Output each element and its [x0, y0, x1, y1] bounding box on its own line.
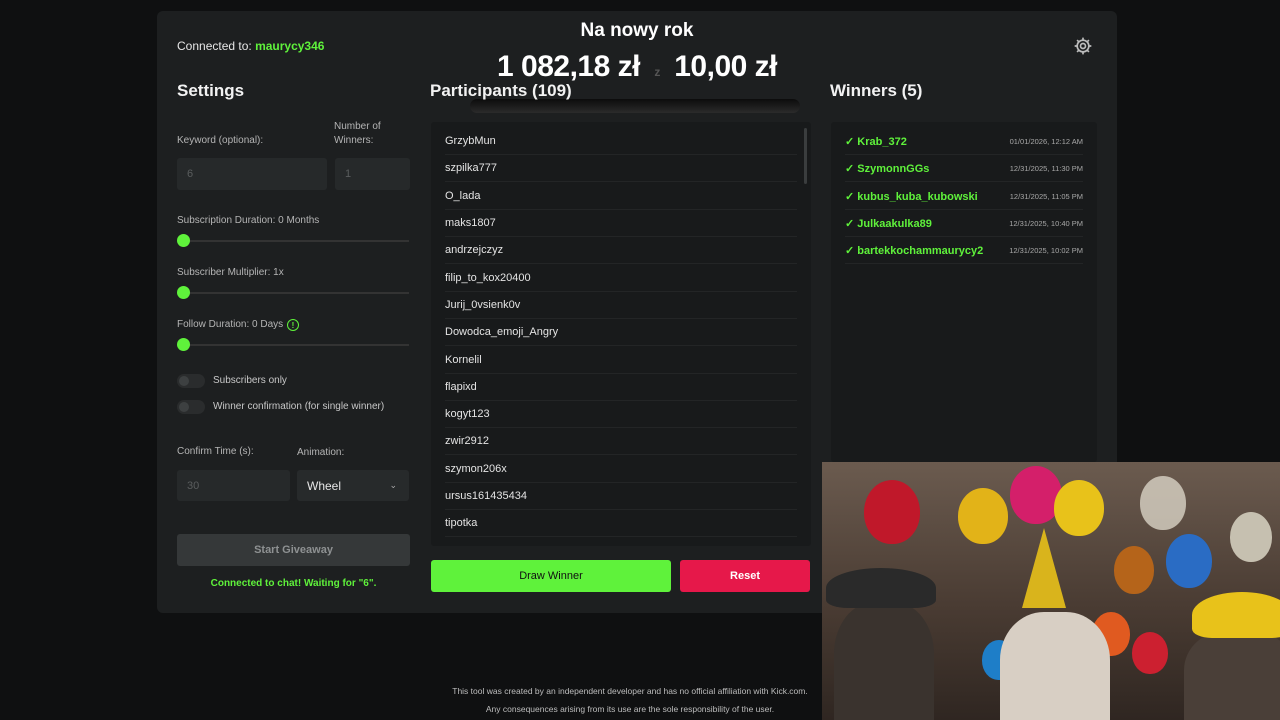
- winner-date: 12/31/2025, 11:30 PM: [1009, 163, 1083, 173]
- winner-date: 12/31/2025, 10:02 PM: [1009, 245, 1083, 255]
- sub-duration-slider[interactable]: [177, 234, 409, 247]
- overlay-progress-bar: [470, 99, 800, 113]
- overlay-amount-current: 1 082,18 zł: [497, 50, 640, 83]
- disclaimer-footer: This tool was created by an independent …: [420, 682, 840, 718]
- confirm-time-input[interactable]: 30: [177, 470, 290, 501]
- balloon-image: [1114, 546, 1154, 594]
- fedora-hat-image: [826, 568, 936, 608]
- subscribers-only-label: Subscribers only: [213, 375, 287, 386]
- follow-duration-label: Follow Duration: 0 Days: [177, 319, 284, 330]
- keyword-input[interactable]: 6: [177, 158, 327, 190]
- winner-row: ✓ bartekkochammaurycy2 12/31/2025, 10:02…: [845, 237, 1083, 264]
- list-item[interactable]: flapixd: [445, 374, 797, 401]
- overlay-goal-title: Na nowy rok: [580, 20, 694, 41]
- person-center: [1000, 612, 1110, 720]
- balloon-image: [1132, 632, 1168, 674]
- connected-username: maurycy346: [255, 39, 325, 53]
- balloon-image: [958, 488, 1008, 544]
- list-item[interactable]: Jurij_0vsienk0v: [445, 292, 797, 319]
- winner-name: ✓ Julkaakulka89: [845, 217, 932, 230]
- chat-status-text: Connected to chat! Waiting for "6".: [210, 578, 377, 589]
- overlay-amount-target: 10,00 zł: [674, 50, 777, 83]
- webcam-feed: [822, 462, 1280, 720]
- list-item[interactable]: ursus161435434: [445, 483, 797, 510]
- winner-date: 01/01/2026, 12:12 AM: [1009, 136, 1083, 146]
- balloon-image: [864, 480, 920, 544]
- list-item[interactable]: andrzejczyz: [445, 237, 797, 264]
- list-item[interactable]: filip_to_kox20400: [445, 265, 797, 292]
- overlay-goal-amounts: 1 082,18 zł z 10,00 zł: [497, 50, 777, 84]
- winner-confirmation-label: Winner confirmation (for single winner): [213, 401, 385, 412]
- list-item[interactable]: GrzybMun: [445, 128, 797, 155]
- winner-confirmation-toggle[interactable]: [177, 400, 205, 414]
- reset-button[interactable]: Reset: [680, 560, 810, 592]
- list-item[interactable]: zwir2912: [445, 428, 797, 455]
- winner-row: ✓ kubus_kuba_kubowski 12/31/2025, 11:05 …: [845, 183, 1083, 210]
- info-icon[interactable]: !: [287, 319, 299, 331]
- balloon-image: [1166, 534, 1212, 588]
- person-left: [834, 602, 934, 720]
- person-right: [1184, 630, 1280, 720]
- sub-multiplier-slider[interactable]: [177, 286, 409, 299]
- follow-duration-slider[interactable]: [177, 338, 409, 351]
- sub-duration-label: Subscription Duration: 0 Months: [177, 215, 320, 226]
- animation-label: Animation:: [297, 447, 345, 458]
- list-item[interactable]: szpilka777: [445, 155, 797, 182]
- disclaimer-line-1: This tool was created by an independent …: [452, 686, 808, 696]
- disclaimer-line-2: Any consequences arising from its use ar…: [485, 704, 775, 714]
- overlay-amount-separator: z: [654, 65, 660, 79]
- confirm-time-label: Confirm Time (s):: [177, 446, 254, 457]
- settings-title: Settings: [177, 81, 245, 100]
- winner-row: ✓ Julkaakulka89 12/31/2025, 10:40 PM: [845, 210, 1083, 237]
- list-item[interactable]: kogyt123: [445, 401, 797, 428]
- list-item[interactable]: maks1807: [445, 210, 797, 237]
- sub-multiplier-label: Subscriber Multiplier: 1x: [177, 267, 284, 278]
- participants-title: Participants (109): [430, 81, 572, 100]
- animation-select[interactable]: Wheel ⌄: [297, 470, 409, 501]
- winners-count-input[interactable]: 1: [335, 158, 410, 190]
- connection-status: Connected to: maurycy346: [177, 39, 324, 53]
- balloon-image: [1140, 476, 1186, 530]
- chevron-down-icon: ⌄: [389, 480, 397, 490]
- winners-list: ✓ Krab_372 01/01/2026, 12:12 AM ✓ Szymon…: [831, 122, 1097, 462]
- participants-scrollbar[interactable]: [804, 128, 807, 184]
- connected-label: Connected to:: [177, 39, 256, 53]
- animation-selected-value: Wheel: [307, 478, 342, 493]
- party-hat-image: [1022, 528, 1066, 608]
- list-item[interactable]: Dowodca_emoji_Angry: [445, 319, 797, 346]
- keyword-label: Keyword (optional):: [177, 135, 264, 146]
- list-item[interactable]: tipotka: [445, 510, 797, 537]
- winner-row: ✓ Krab_372 01/01/2026, 12:12 AM: [845, 128, 1083, 155]
- winner-name: ✓ bartekkochammaurycy2: [845, 244, 984, 257]
- draw-winner-button[interactable]: Draw Winner: [431, 560, 671, 592]
- sequin-hat-image: [1192, 592, 1280, 638]
- winners-title: Winners (5): [830, 81, 923, 100]
- slider-handle[interactable]: [177, 286, 190, 299]
- balloon-image: [1230, 512, 1272, 562]
- winner-name: ✓ Krab_372: [845, 135, 907, 148]
- list-item[interactable]: szymon206x: [445, 456, 797, 483]
- winner-name: ✓ kubus_kuba_kubowski: [845, 190, 978, 203]
- slider-handle[interactable]: [177, 234, 190, 247]
- list-item[interactable]: O_lada: [445, 183, 797, 210]
- winners-count-label: Number of Winners:: [334, 121, 381, 146]
- list-item[interactable]: Kornelil: [445, 347, 797, 374]
- slider-handle[interactable]: [177, 338, 190, 351]
- subscribers-only-toggle[interactable]: [177, 374, 205, 388]
- start-giveaway-button[interactable]: Start Giveaway: [177, 534, 410, 566]
- winner-row: ✓ SzymonnGGs 12/31/2025, 11:30 PM: [845, 155, 1083, 182]
- winner-date: 12/31/2025, 11:05 PM: [1009, 191, 1083, 201]
- participants-list[interactable]: GrzybMun szpilka777 O_lada maks1807 andr…: [431, 122, 811, 546]
- winner-date: 12/31/2025, 10:40 PM: [1009, 218, 1083, 228]
- winner-name: ✓ SzymonnGGs: [845, 162, 930, 175]
- gear-icon[interactable]: [1073, 36, 1093, 56]
